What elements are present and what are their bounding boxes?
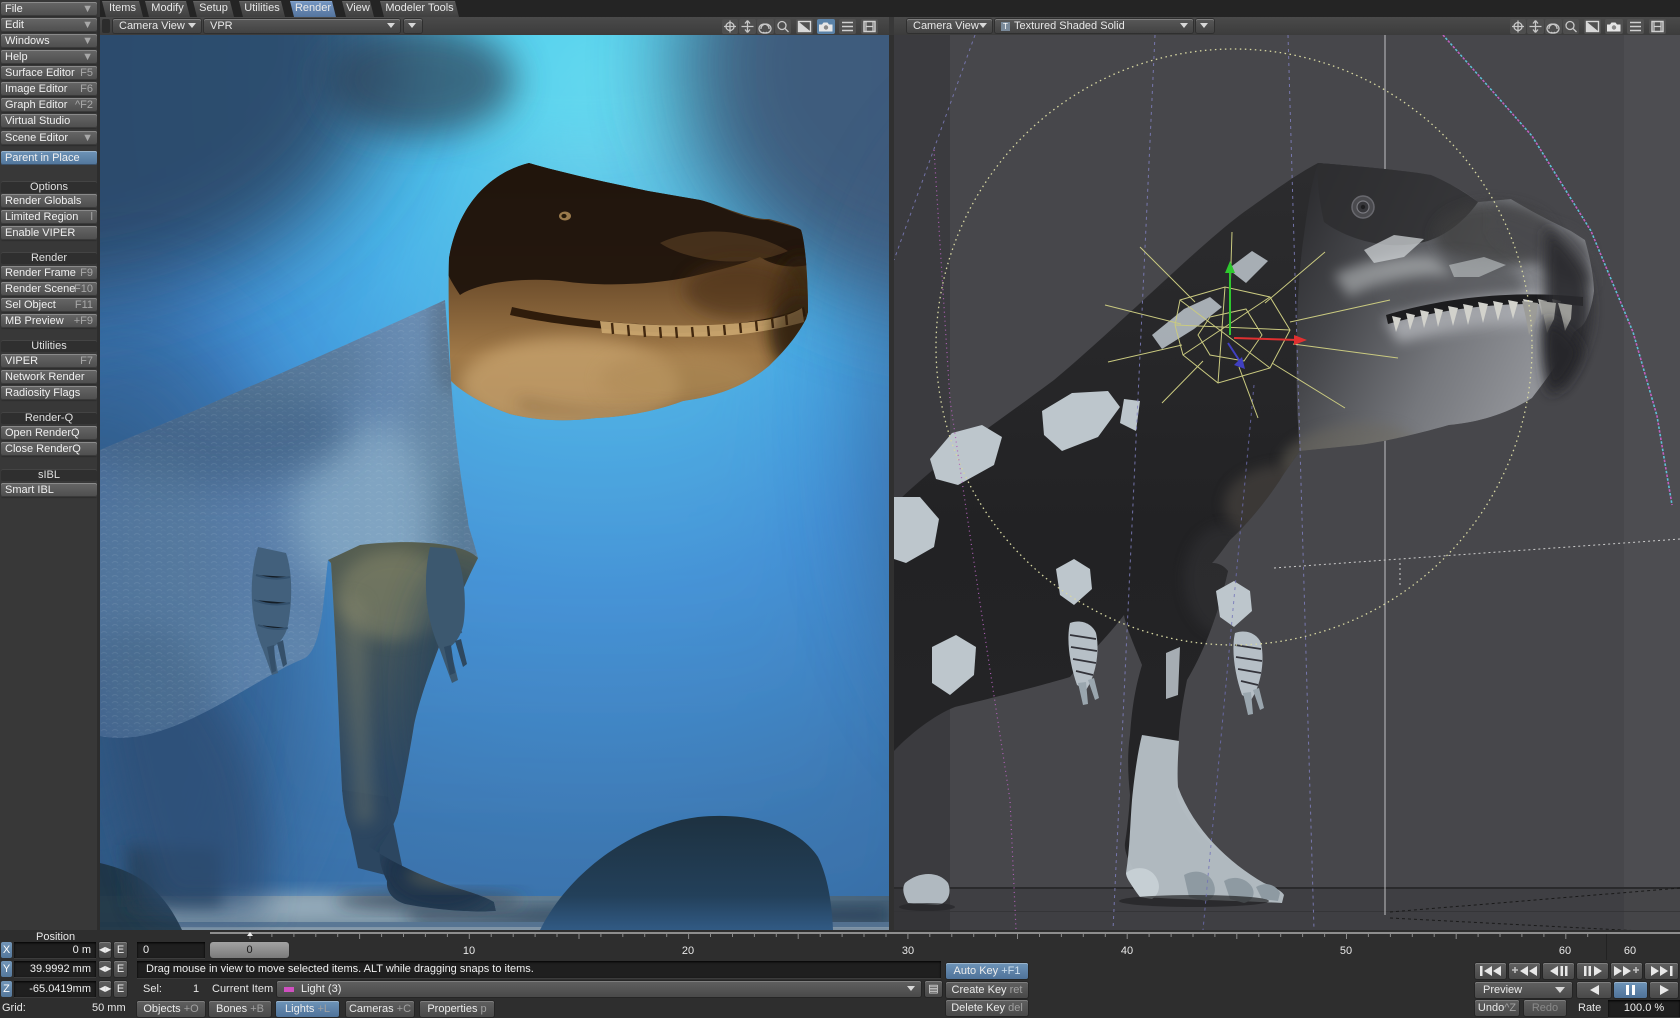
svg-text:60: 60 <box>1559 945 1571 957</box>
svg-text:10: 10 <box>463 945 475 957</box>
svg-text:50: 50 <box>1340 945 1352 957</box>
svg-text:30: 30 <box>902 945 914 957</box>
svg-text:20: 20 <box>682 945 694 957</box>
svg-text:40: 40 <box>1121 945 1133 957</box>
svg-text:60: 60 <box>1624 945 1636 957</box>
